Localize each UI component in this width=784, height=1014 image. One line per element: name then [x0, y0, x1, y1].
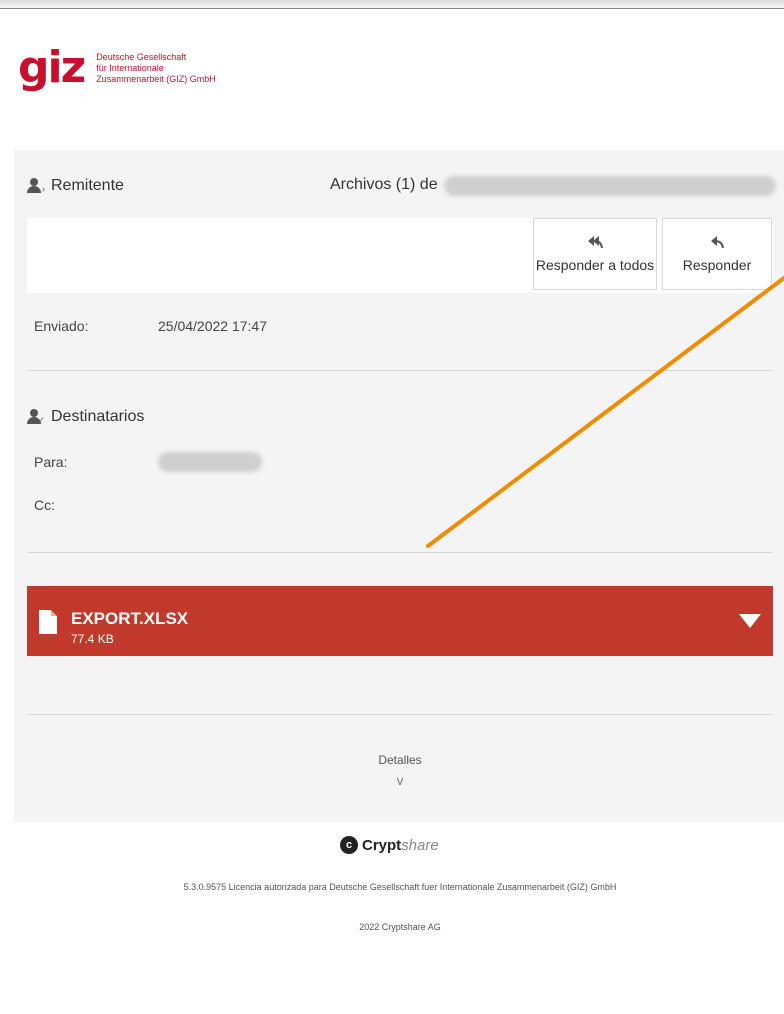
annotation-arrow: [426, 276, 784, 548]
